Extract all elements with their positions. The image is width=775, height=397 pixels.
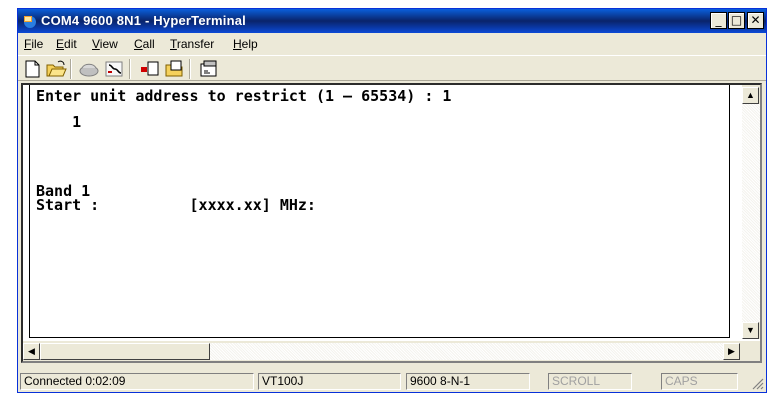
toolbar-separator [70, 59, 72, 79]
terminal-screen[interactable]: Enter unit address to restrict (1 – 6553… [21, 83, 762, 363]
terminal-text-area[interactable]: Enter unit address to restrict (1 – 6553… [29, 85, 730, 338]
vertical-scrollbar[interactable]: ▲ ▼ [742, 85, 760, 339]
vertical-scroll-track[interactable] [742, 104, 760, 322]
connect-icon[interactable] [103, 59, 125, 79]
status-caps: CAPS [661, 373, 738, 390]
menu-bar: File Edit View Call Transfer Help [18, 34, 766, 54]
status-emulation: VT100J [258, 373, 401, 390]
toolbar-separator [129, 59, 131, 79]
horizontal-scroll-thumb[interactable] [40, 343, 210, 360]
receive-icon[interactable] [163, 59, 185, 79]
window-title: COM4 9600 8N1 - HyperTerminal [41, 13, 246, 28]
menu-file[interactable]: File [24, 37, 43, 51]
menu-view[interactable]: View [92, 37, 118, 51]
title-bar[interactable]: COM4 9600 8N1 - HyperTerminal _ □ ✕ [18, 9, 766, 33]
scroll-right-button[interactable]: ▶ [723, 343, 740, 360]
resize-grip-icon[interactable] [750, 376, 764, 390]
minimize-button[interactable]: _ [710, 12, 727, 29]
open-icon[interactable] [45, 59, 67, 79]
horizontal-scroll-track[interactable] [210, 343, 723, 360]
status-scroll: SCROLL [548, 373, 632, 390]
hyperterminal-window: COM4 9600 8N1 - HyperTerminal _ □ ✕ File… [17, 8, 767, 393]
menu-help[interactable]: Help [233, 37, 258, 51]
disconnect-icon[interactable] [78, 59, 100, 79]
hyperterminal-app-icon [24, 16, 36, 28]
menu-transfer[interactable]: Transfer [170, 37, 214, 51]
status-bar: Connected 0:02:09 VT100J 9600 8-N-1 SCRO… [18, 370, 766, 392]
send-icon[interactable] [138, 59, 160, 79]
scroll-down-button[interactable]: ▼ [742, 322, 759, 339]
status-connected: Connected 0:02:09 [20, 373, 254, 390]
menu-edit[interactable]: Edit [56, 37, 77, 51]
maximize-button[interactable]: □ [728, 12, 745, 29]
scroll-up-button[interactable]: ▲ [742, 87, 759, 104]
horizontal-scrollbar[interactable]: ◀ ▶ [23, 341, 760, 361]
scroll-left-button[interactable]: ◀ [23, 343, 40, 360]
close-button[interactable]: ✕ [747, 12, 764, 29]
properties-icon[interactable] [198, 59, 220, 79]
terminal-line-6: Start : [xxxx.xx] MHz: [36, 196, 316, 214]
terminal-line-1: Enter unit address to restrict (1 – 6553… [36, 87, 452, 105]
status-settings: 9600 8-N-1 [406, 373, 530, 390]
toolbar-separator [189, 59, 191, 79]
terminal-line-2: 1 [36, 113, 82, 131]
new-icon[interactable] [21, 59, 43, 79]
toolbar [18, 55, 766, 81]
menu-call[interactable]: Call [134, 37, 155, 51]
